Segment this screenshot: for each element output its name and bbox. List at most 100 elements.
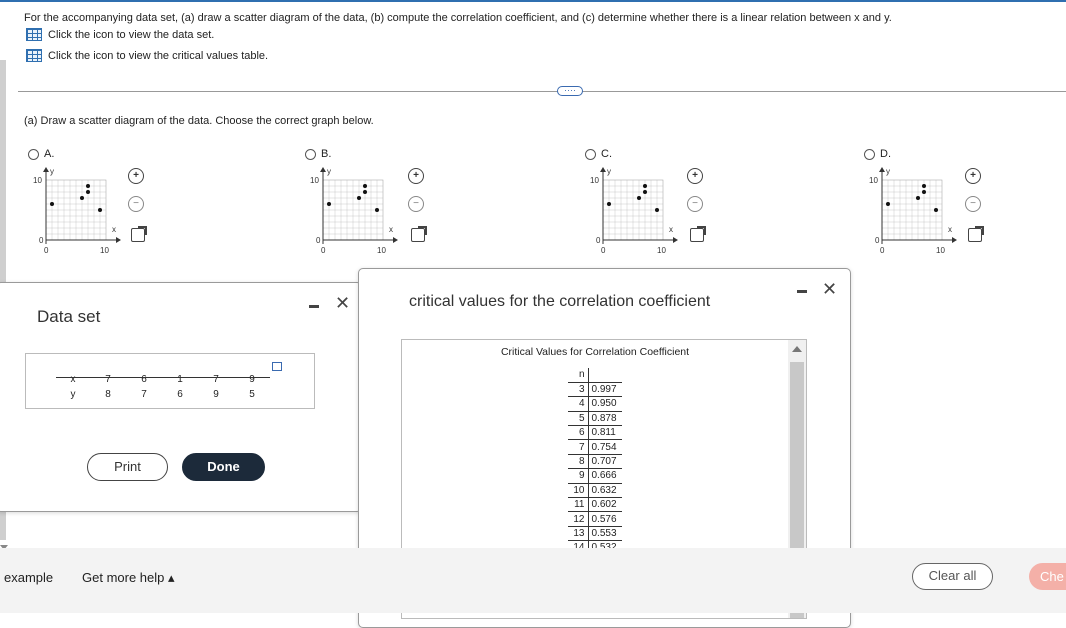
- print-button[interactable]: Print: [87, 453, 168, 481]
- data-point: [80, 196, 84, 200]
- x-tick-label: 0: [44, 246, 49, 255]
- minimize-icon[interactable]: [309, 305, 319, 308]
- y-axis-arrow: [320, 167, 326, 172]
- table-row: 3 0.997: [568, 381, 622, 397]
- x-axis-arrow: [393, 237, 398, 243]
- table-row: 6 0.811: [568, 425, 622, 440]
- get-more-help-button[interactable]: Get more help ▴: [82, 570, 175, 586]
- minimize-icon[interactable]: [797, 290, 807, 293]
- popout-icon[interactable]: [131, 226, 147, 242]
- radio-option-c[interactable]: [585, 148, 596, 160]
- zoom-in-icon[interactable]: +: [408, 168, 424, 184]
- n-header: n: [568, 368, 589, 383]
- data-point: [363, 190, 367, 194]
- x-axis-label: x: [669, 225, 673, 234]
- table-icon[interactable]: [26, 49, 42, 62]
- data-point: [375, 208, 379, 212]
- x-tick-label: 10: [100, 246, 109, 255]
- radio-option-a[interactable]: [28, 148, 39, 160]
- zoom-in-icon[interactable]: +: [128, 168, 144, 184]
- table-row: 13 0.553: [568, 525, 622, 541]
- close-icon[interactable]: ✕: [335, 294, 350, 312]
- x-header: x: [70, 374, 76, 385]
- n-value: 12: [568, 511, 589, 527]
- popout-icon[interactable]: [968, 226, 984, 242]
- critical-value: 0.950: [588, 396, 622, 412]
- y-axis-label: y: [327, 167, 331, 176]
- data-point: [637, 196, 641, 200]
- y-tick-label: 10: [590, 176, 599, 185]
- data-point: [86, 190, 90, 194]
- popout-icon[interactable]: [411, 226, 427, 242]
- x-tick-label: 10: [377, 246, 386, 255]
- y-tick-label: 0: [316, 236, 321, 245]
- y-axis-arrow: [43, 167, 49, 172]
- x-value: 7: [105, 374, 111, 385]
- critical-values-link-row[interactable]: Click the icon to view the critical valu…: [26, 49, 268, 62]
- critical-value: 0.553: [588, 525, 622, 541]
- radio-option-d[interactable]: [864, 148, 875, 160]
- x-axis-arrow: [116, 237, 121, 243]
- close-icon[interactable]: ✕: [822, 280, 837, 298]
- more-button[interactable]: ····: [557, 86, 583, 96]
- y-row: y 8 7 6 9 5: [56, 389, 270, 400]
- done-button[interactable]: Done: [182, 453, 265, 481]
- x-row: x 7 6 1 7 9: [56, 374, 270, 385]
- y-axis-arrow: [879, 167, 885, 172]
- option-a[interactable]: A. 10 0 0 10 x y + −: [28, 148, 158, 258]
- data-point: [86, 184, 90, 188]
- zoom-in-icon[interactable]: +: [687, 168, 703, 184]
- option-d[interactable]: D. 10 0 0 10 x y + −: [864, 148, 994, 258]
- data-set-link-row[interactable]: Click the icon to view the data set.: [26, 28, 214, 41]
- critical-values-link: Click the icon to view the critical valu…: [48, 49, 269, 62]
- option-c[interactable]: C. 10 0 0 10 x y + −: [585, 148, 715, 258]
- option-d-label: D.: [880, 148, 891, 160]
- x-axis-arrow: [673, 237, 678, 243]
- option-b-label: B.: [321, 148, 332, 160]
- zoom-out-icon[interactable]: −: [128, 196, 144, 212]
- plot-area: 10 00 10 x y: [310, 167, 398, 255]
- clear-all-button[interactable]: Clear all: [912, 563, 993, 590]
- option-b[interactable]: B. 10 0 0 10 x y + −: [305, 148, 435, 258]
- copy-icon[interactable]: [272, 362, 282, 371]
- zoom-in-icon[interactable]: +: [965, 168, 981, 184]
- scatter-graph-c: 10 0 0 10 x y: [585, 166, 685, 256]
- scroll-up-icon[interactable]: [792, 346, 802, 352]
- scatter-svg: 10 00 10 x y: [33, 167, 121, 255]
- critical-value: 0.666: [588, 468, 622, 484]
- table-rule: [56, 377, 270, 378]
- y-tick-label: 0: [39, 236, 44, 245]
- popout-icon[interactable]: [690, 226, 706, 242]
- value-header: [588, 368, 622, 382]
- y-tick-label: 0: [596, 236, 601, 245]
- n-value: 10: [568, 482, 589, 498]
- critical-value: 0.576: [588, 511, 622, 527]
- plot-area: 10 00 10 x y: [590, 167, 678, 255]
- zoom-out-icon[interactable]: −: [965, 196, 981, 212]
- data-point: [916, 196, 920, 200]
- check-answer-button[interactable]: Che: [1029, 563, 1066, 590]
- zoom-out-icon[interactable]: −: [687, 196, 703, 212]
- table-icon[interactable]: [26, 28, 42, 41]
- y-axis-label: y: [886, 167, 890, 176]
- critical-value: 0.997: [588, 381, 622, 397]
- table-row: 11 0.602: [568, 497, 622, 512]
- question-text: For the accompanying data set, (a) draw …: [24, 12, 892, 24]
- x-tick-label: 10: [936, 246, 945, 255]
- data-point: [886, 202, 890, 206]
- radio-option-b[interactable]: [305, 148, 316, 160]
- y-tick-label: 10: [310, 176, 319, 185]
- example-link[interactable]: example: [4, 570, 53, 585]
- zoom-out-icon[interactable]: −: [408, 196, 424, 212]
- x-value: 1: [177, 374, 183, 385]
- data-point: [607, 202, 611, 206]
- plot-area: 10 00 10 x y: [33, 167, 121, 255]
- scatter-svg: 10 00 10 x y: [590, 167, 678, 255]
- x-tick-label: 10: [657, 246, 666, 255]
- n-value: 3: [568, 381, 589, 397]
- dialog-title: critical values for the correlation coef…: [409, 293, 711, 310]
- data-point: [934, 208, 938, 212]
- data-point: [50, 202, 54, 206]
- table-caption: Critical Values for Correlation Coeffici…: [500, 346, 690, 358]
- critical-value: 0.754: [588, 439, 622, 455]
